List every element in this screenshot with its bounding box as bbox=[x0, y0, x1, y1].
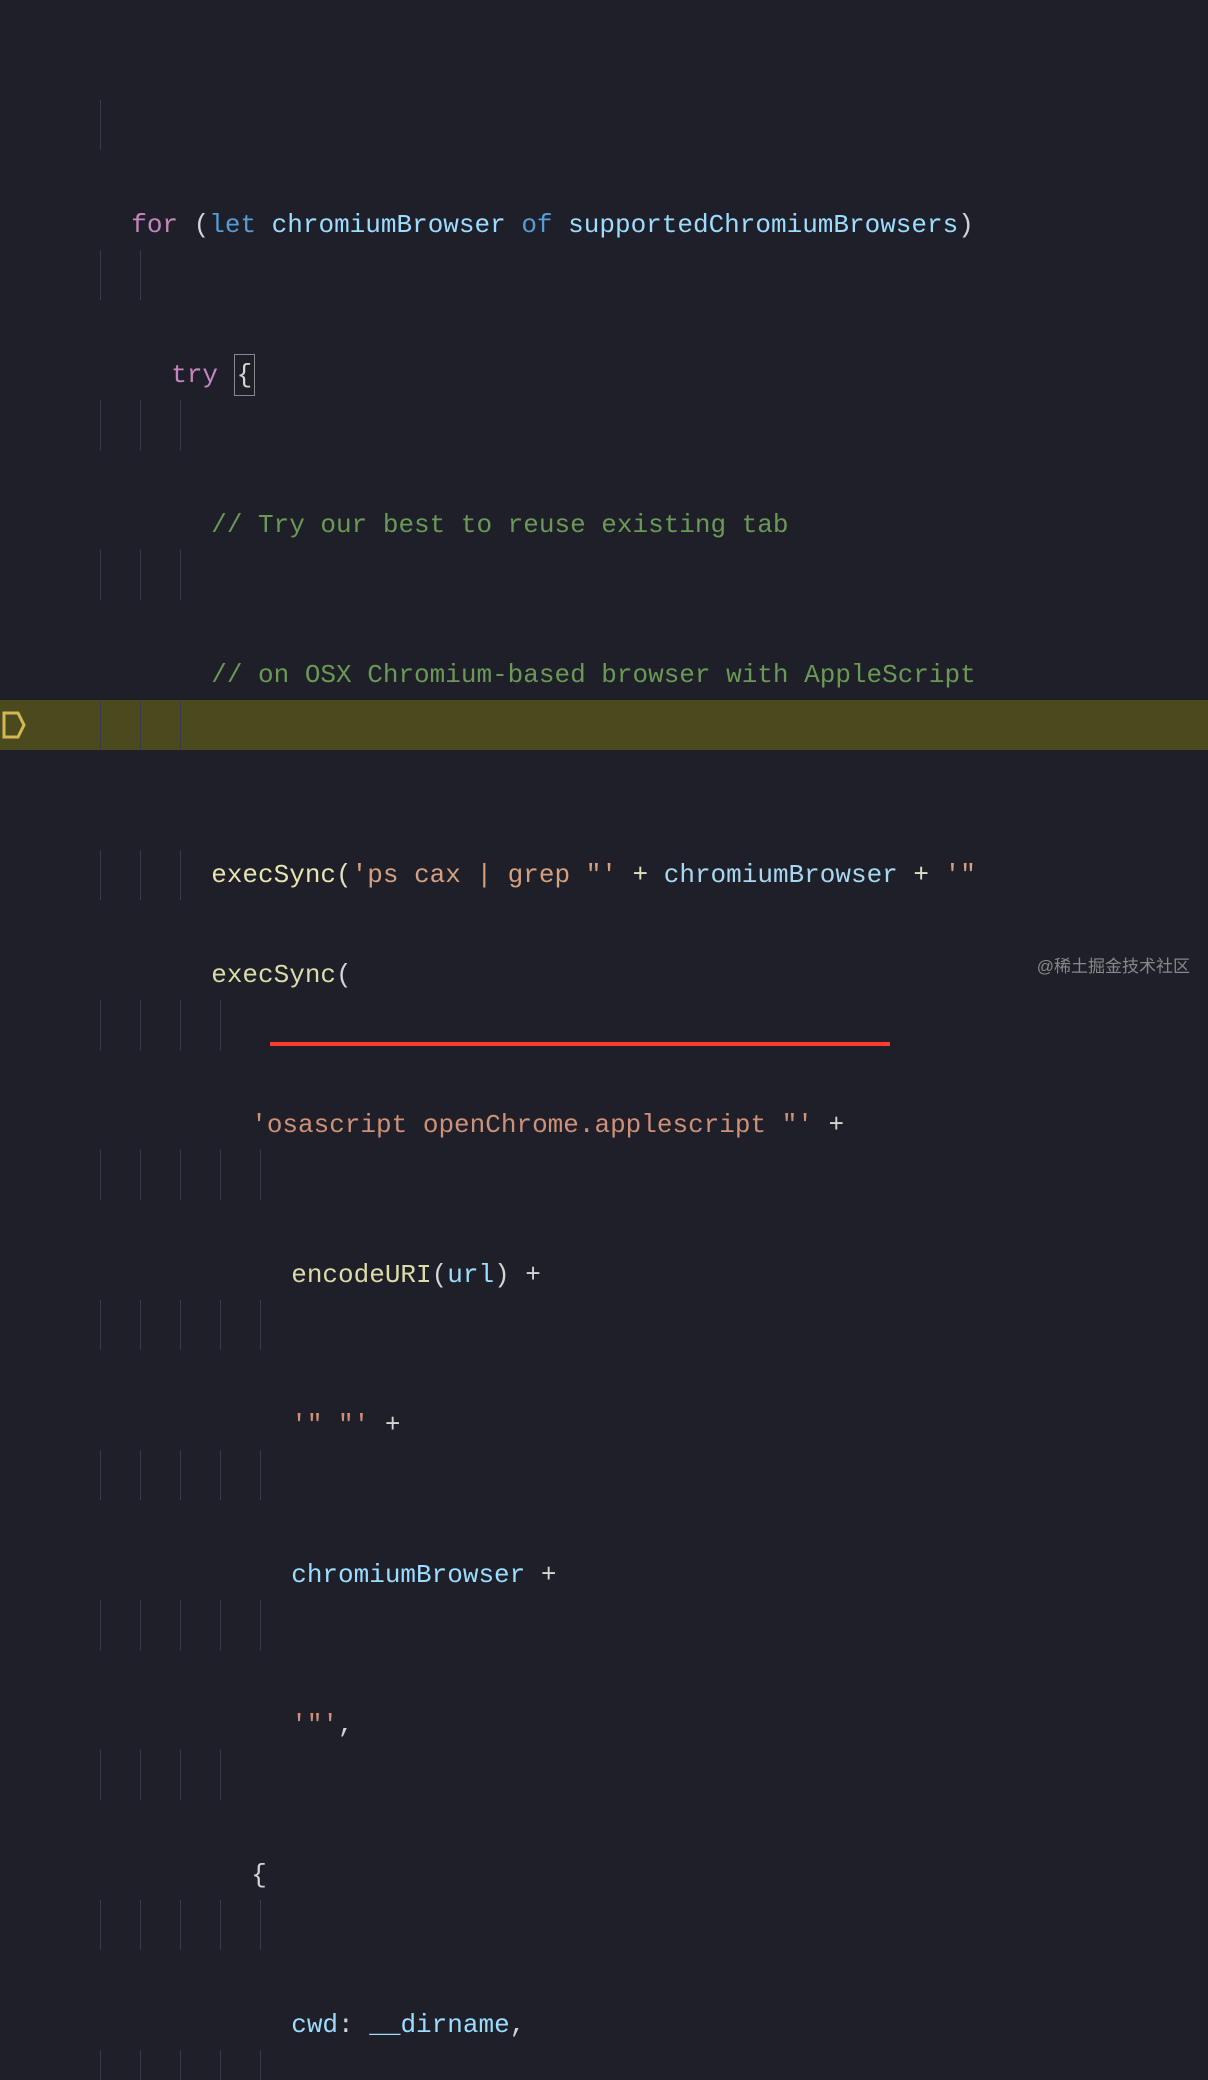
brace-open: { bbox=[251, 1860, 267, 1890]
code-line[interactable]: '" "' + bbox=[0, 1300, 1208, 1350]
string-literal: '"' bbox=[291, 1710, 338, 1740]
function-call: encodeURI bbox=[291, 1260, 431, 1290]
comment: // on OSX Chromium-based browser with Ap… bbox=[211, 660, 976, 690]
string-literal: '" "' bbox=[291, 1410, 369, 1440]
code-line-highlighted[interactable]: execSync('ps cax | grep "' + chromiumBro… bbox=[0, 700, 1208, 750]
code-line[interactable]: '"', bbox=[0, 1600, 1208, 1650]
code-line[interactable]: for (let chromiumBrowser of supportedChr… bbox=[0, 100, 1208, 150]
watermark: @稀土掘金技术社区 bbox=[1037, 942, 1190, 992]
brace-open: { bbox=[234, 354, 256, 396]
code-line[interactable]: encodeURI(url) + bbox=[0, 1150, 1208, 1200]
code-line[interactable]: cwd: __dirname, bbox=[0, 1900, 1208, 1950]
keyword-try: try bbox=[171, 360, 218, 390]
code-line[interactable]: // on OSX Chromium-based browser with Ap… bbox=[0, 550, 1208, 600]
code-line[interactable]: try { bbox=[0, 250, 1208, 300]
variable: chromiumBrowser bbox=[272, 210, 506, 240]
breakpoint-marker-icon[interactable] bbox=[2, 711, 26, 739]
code-line[interactable]: stdio: 'ignore', bbox=[0, 2050, 1208, 2080]
code-line[interactable]: { bbox=[0, 1750, 1208, 1800]
string-literal: 'osascript openChrome.applescript "' bbox=[251, 1110, 813, 1140]
comment: // Try our best to reuse existing tab bbox=[211, 510, 788, 540]
code-line[interactable]: execSync( bbox=[0, 850, 1208, 900]
variable: url bbox=[447, 1260, 494, 1290]
variable: supportedChromiumBrowsers bbox=[568, 210, 958, 240]
code-line[interactable]: // Try our best to reuse existing tab bbox=[0, 400, 1208, 450]
code-editor[interactable]: for (let chromiumBrowser of supportedChr… bbox=[0, 0, 1208, 2080]
error-underline bbox=[270, 1042, 890, 1046]
keyword-for: for bbox=[131, 210, 178, 240]
variable: __dirname bbox=[369, 2010, 509, 2040]
function-call: execSync bbox=[211, 960, 336, 990]
property-key: cwd bbox=[291, 2010, 338, 2040]
keyword-of: of bbox=[521, 210, 552, 240]
code-line[interactable]: 'osascript openChrome.applescript "' + bbox=[0, 1000, 1208, 1050]
code-line[interactable]: chromiumBrowser + bbox=[0, 1450, 1208, 1500]
variable: chromiumBrowser bbox=[291, 1560, 525, 1590]
keyword-let: let bbox=[209, 210, 256, 240]
